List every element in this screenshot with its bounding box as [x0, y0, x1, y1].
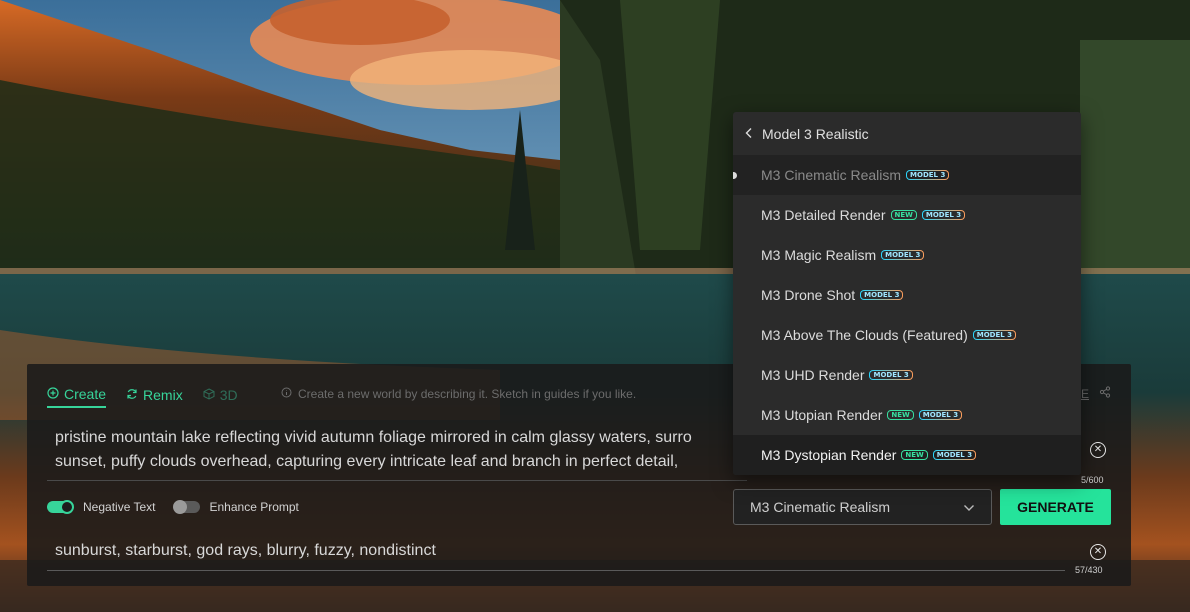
clear-negative-button[interactable]: ✕ [1090, 544, 1106, 560]
prompt-hint: Create a new world by describing it. Ske… [281, 387, 636, 401]
prompt-line-2: sunset, puffy clouds overhead, capturing… [55, 453, 679, 470]
dropdown-item[interactable]: M3 Above The Clouds (Featured) MODEL 3 [733, 315, 1081, 355]
prompt-hint-text: Create a new world by describing it. Ske… [298, 387, 637, 401]
mode-tabs: Create Remix 3D [47, 382, 258, 408]
plus-circle-icon [47, 386, 59, 402]
dropdown-item[interactable]: M3 Detailed Render NEW MODEL 3 [733, 195, 1081, 235]
dropdown-item[interactable]: M3 Magic Realism MODEL 3 [733, 235, 1081, 275]
dropdown-item-label: M3 Dystopian Render [761, 447, 897, 463]
dropdown-item[interactable]: M3 Cinematic Realism MODEL 3 [733, 155, 1081, 195]
new-badge: NEW [890, 210, 917, 220]
dropdown-item-label: M3 Utopian Render [761, 407, 883, 423]
share-icon[interactable] [1099, 386, 1111, 401]
dropdown-item[interactable]: M3 Drone Shot MODEL 3 [733, 275, 1081, 315]
prompt-divider [47, 480, 747, 481]
dropdown-item-label: M3 UHD Render [761, 367, 865, 383]
negative-text-switch[interactable] [47, 500, 74, 514]
dropdown-item-label: M3 Drone Shot [761, 287, 856, 303]
model-select-value: M3 Cinematic Realism [750, 499, 891, 515]
model3-badge: MODEL 3 [906, 170, 949, 180]
options-toggles: Negative Text Enhance Prompt [47, 500, 317, 514]
prompt-line-1: pristine mountain lake reflecting vivid … [55, 429, 692, 446]
enhance-prompt-toggle[interactable]: Enhance Prompt [172, 500, 299, 514]
negative-text-toggle[interactable]: Negative Text [47, 500, 156, 514]
clear-prompt-button[interactable]: ✕ [1090, 442, 1106, 458]
enhance-prompt-label: Enhance Prompt [209, 500, 299, 514]
selected-indicator [733, 171, 737, 179]
refresh-icon [126, 387, 138, 403]
model-select[interactable]: M3 Cinematic Realism [733, 489, 992, 525]
model3-badge: MODEL 3 [922, 210, 965, 220]
tab-create[interactable]: Create [47, 382, 107, 408]
tab-remix[interactable]: Remix [126, 382, 183, 408]
model3-badge: MODEL 3 [933, 450, 976, 460]
negative-prompt-divider [47, 570, 1065, 571]
info-icon [281, 387, 292, 401]
enhance-prompt-switch[interactable] [172, 500, 200, 514]
negative-text-label: Negative Text [83, 500, 156, 514]
chevron-down-icon [963, 499, 975, 515]
dropdown-item[interactable]: M3 Dystopian Render NEW MODEL 3 [733, 435, 1081, 475]
dropdown-back-header[interactable]: Model 3 Realistic [733, 112, 1081, 155]
tab-3d[interactable]: 3D [203, 382, 238, 408]
new-badge: NEW [901, 450, 928, 460]
tab-remix-label: Remix [143, 387, 183, 403]
generate-button[interactable]: GENERATE [1000, 489, 1111, 525]
model3-badge: MODEL 3 [881, 250, 924, 260]
tab-3d-label: 3D [219, 387, 238, 403]
chevron-left-icon [745, 126, 753, 142]
dropdown-item-label: M3 Magic Realism [761, 247, 877, 263]
dropdown-item-label: M3 Above The Clouds (Featured) [761, 327, 968, 343]
cube-icon [203, 387, 215, 403]
dropdown-item-label: M3 Detailed Render [761, 207, 886, 223]
prompt-textarea[interactable]: pristine mountain lake reflecting vivid … [55, 426, 745, 474]
tab-create-label: Create [64, 386, 107, 402]
partial-action-label[interactable]: E [1081, 387, 1089, 401]
dropdown-item[interactable]: M3 UHD Render MODEL 3 [733, 355, 1081, 395]
model3-badge: MODEL 3 [973, 330, 1016, 340]
model3-badge: MODEL 3 [860, 290, 903, 300]
negative-char-count: 57/430 [1075, 565, 1103, 575]
prompt-char-count: 5/600 [1081, 475, 1104, 485]
panel-actions: E [1081, 386, 1111, 401]
model3-badge: MODEL 3 [919, 410, 962, 420]
new-badge: NEW [887, 410, 914, 420]
dropdown-title: Model 3 Realistic [762, 125, 869, 142]
negative-prompt-input[interactable]: sunburst, starburst, god rays, blurry, f… [55, 542, 436, 560]
model-dropdown: Model 3 Realistic M3 Cinematic Realism MO… [733, 112, 1081, 475]
dropdown-list: M3 Cinematic Realism MODEL 3 M3 Detailed R… [733, 155, 1081, 475]
dropdown-item[interactable]: M3 Utopian Render NEW MODEL 3 [733, 395, 1081, 435]
dropdown-item-label: M3 Cinematic Realism [761, 167, 902, 183]
model3-badge: MODEL 3 [869, 370, 912, 380]
